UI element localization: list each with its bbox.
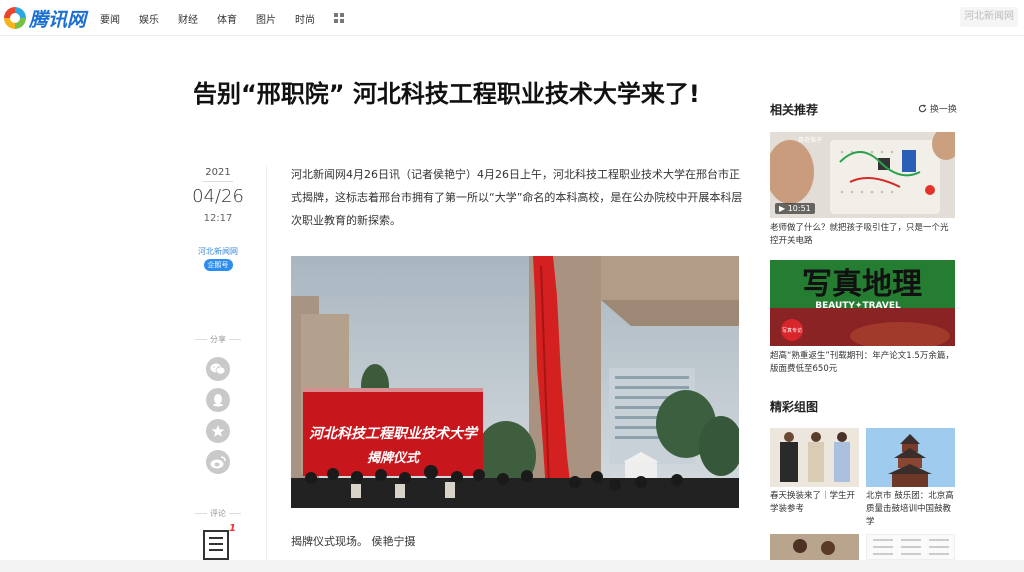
weibo-icon (210, 455, 226, 468)
main-nav: 要闻 娱乐 财经 体育 图片 时尚 (100, 0, 344, 36)
top-navigation: 腾讯网 要闻 娱乐 财经 体育 图片 时尚 河北新闻网 (0, 0, 1024, 36)
share-qzone-button[interactable] (206, 419, 230, 443)
nav-item-sports[interactable]: 体育 (217, 11, 237, 26)
date-month-day: 04/26 (192, 186, 244, 207)
nav-item-finance[interactable]: 财经 (178, 11, 198, 26)
gallery-item-1-thumbnail[interactable] (770, 428, 859, 487)
photo-banner-line1: 河北科技工程职业技术大学 (309, 425, 479, 442)
share-qq-button[interactable] (206, 388, 230, 412)
gallery-item-2-thumbnail[interactable] (866, 428, 955, 487)
comment-count: 1 (229, 523, 236, 534)
logo-text: 腾讯网 (29, 8, 87, 31)
related-item-2-thumbnail[interactable]: 写真地理 BEAUTY✦TRAVEL 写真专访 (770, 260, 955, 346)
related-item-1-thumb-tag: 奇奇骆子 (798, 136, 822, 144)
related-section-title: 相关推荐 (770, 103, 819, 117)
nav-item-news[interactable]: 要闻 (100, 11, 120, 26)
video-duration-badge: ▶ 10:51 (775, 203, 815, 214)
date-time: 12:17 (203, 213, 233, 224)
related-item-2-thumb-badge: 写真专访 (782, 327, 802, 334)
comment-label: 评论 (190, 508, 246, 519)
article-photo[interactable]: 河北科技工程职业技术大学 揭牌仪式 (291, 256, 739, 508)
article-lead-paragraph: 河北新闻网4月26日讯（记者侯艳宁）4月26日上午，河北科技工程职业技术大学在邢… (291, 168, 743, 227)
article-source: 河北新闻网 企鹅号 (190, 246, 246, 271)
nav-item-fashion[interactable]: 时尚 (295, 11, 315, 26)
share-label: 分享 (190, 334, 246, 345)
qzone-star-icon (211, 425, 225, 437)
site-logo[interactable]: 腾讯网 (4, 5, 86, 31)
related-item-2-thumb-title: 写真地理 (802, 267, 922, 302)
date-year: 2021 (205, 167, 231, 178)
share-wechat-button[interactable] (206, 357, 230, 381)
related-item-1-title[interactable]: 老师做了什么？就把孩子吸引住了，只是一个光控开关电路 (770, 222, 955, 248)
more-grid-icon[interactable] (334, 13, 344, 23)
column-divider (266, 166, 267, 562)
refresh-label: 换一换 (929, 105, 957, 115)
source-link[interactable]: 河北新闻网 (190, 246, 246, 257)
refresh-icon (918, 104, 927, 113)
related-item-2-title[interactable]: 超高“熟重返生”刊载期刊：年产论文1.5万余篇，版面费低至650元 (770, 350, 955, 376)
logo-icon (4, 7, 26, 29)
qq-icon (213, 394, 223, 407)
play-icon: ▶ (779, 204, 786, 213)
gallery-item-3-thumbnail[interactable] (770, 534, 859, 560)
refresh-button[interactable]: 换一换 (918, 102, 957, 115)
gallery-item-4-thumbnail[interactable] (866, 534, 955, 560)
related-item-1-thumbnail[interactable]: 奇奇骆子 ▶ 10:51 (770, 132, 955, 218)
article-title: 告别“邢职院” 河北科技工程职业技术大学来了! (193, 80, 700, 108)
nav-item-entertainment[interactable]: 娱乐 (139, 11, 159, 26)
nav-item-pictures[interactable]: 图片 (256, 11, 276, 26)
bottom-bar (0, 560, 1024, 572)
comment-icon[interactable]: 1 (202, 523, 236, 561)
share-weibo-button[interactable] (206, 450, 230, 474)
gallery-section-title: 精彩组图 (770, 400, 819, 414)
video-duration: 10:51 (787, 204, 811, 213)
photo-caption: 揭牌仪式现场。 侯艳宁摄 (291, 535, 416, 548)
photo-banner-line2: 揭牌仪式 (367, 450, 421, 466)
source-channel-button[interactable]: 河北新闻网 (960, 7, 1018, 27)
gallery-item-1-title[interactable]: 春天换装来了｜学生开学装参考 (770, 490, 859, 516)
wechat-icon (210, 363, 226, 375)
source-badge[interactable]: 企鹅号 (203, 259, 233, 271)
related-item-2-thumb-sub: BEAUTY✦TRAVEL (815, 301, 901, 311)
gallery-item-2-title[interactable]: 北京市 鼓乐团：北京高质量击鼓培训中国鼓教学 (866, 490, 955, 529)
date-divider (203, 181, 233, 182)
publish-date: 2021 04/26 12:17 (190, 166, 246, 228)
